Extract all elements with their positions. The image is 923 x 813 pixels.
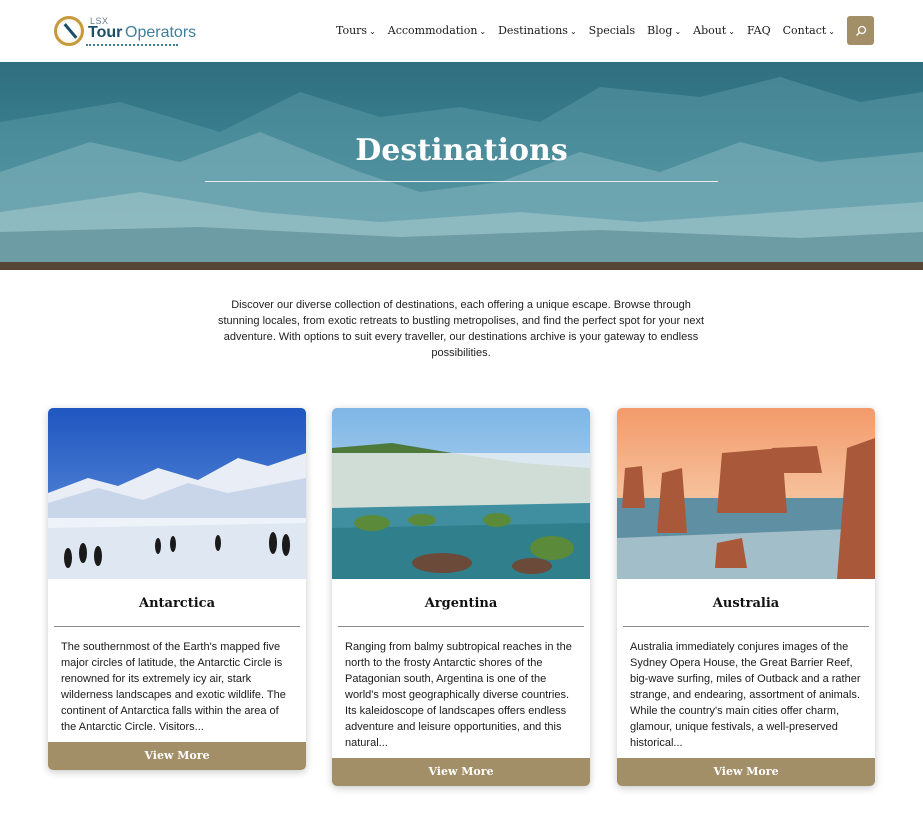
search-icon bbox=[855, 25, 866, 36]
nav-item-tours[interactable]: Tours ⌄ bbox=[336, 24, 376, 37]
destination-card-argentina: Argentina Ranging from balmy subtropical… bbox=[332, 408, 590, 786]
logo-dotted-line bbox=[86, 44, 178, 46]
view-more-button[interactable]: View More bbox=[332, 758, 590, 786]
card-image[interactable] bbox=[332, 408, 590, 579]
page-title: Destinations bbox=[355, 133, 568, 168]
nav-item-about[interactable]: About ⌄ bbox=[693, 24, 735, 37]
card-description: The southernmost of the Earth's mapped f… bbox=[61, 641, 286, 733]
site-logo[interactable]: LSX Tour Operators bbox=[48, 13, 196, 51]
nav-item-contact[interactable]: Contact ⌄ bbox=[783, 24, 835, 37]
card-title[interactable]: Argentina bbox=[332, 579, 590, 626]
nav-item-label: Blog bbox=[647, 24, 673, 37]
view-more-button[interactable]: View More bbox=[617, 758, 875, 786]
nav-item-destinations[interactable]: Destinations ⌄ bbox=[498, 24, 577, 37]
argentina-image bbox=[332, 408, 590, 579]
view-more-button[interactable]: View More bbox=[48, 742, 306, 770]
nav-item-label: Contact bbox=[782, 24, 827, 37]
chevron-down-icon: ⌄ bbox=[479, 27, 487, 36]
nav-item-label: Tours bbox=[335, 24, 368, 37]
nav-item-label: Specials bbox=[588, 24, 636, 37]
card-title[interactable]: Australia bbox=[617, 579, 875, 626]
australia-image bbox=[617, 408, 875, 579]
hero-divider-strip bbox=[0, 262, 923, 270]
nav-item-faq[interactable]: FAQ bbox=[747, 24, 771, 37]
destination-card-antarctica: Antarctica The southernmost of the Earth… bbox=[48, 408, 306, 770]
nav-item-label: Accommodation bbox=[387, 24, 478, 37]
compass-icon bbox=[54, 16, 84, 46]
card-title[interactable]: Antarctica bbox=[48, 579, 306, 626]
nav-item-accommodation[interactable]: Accommodation ⌄ bbox=[388, 24, 486, 37]
card-description: Australia immediately conjures images of… bbox=[630, 641, 861, 749]
chevron-down-icon: ⌄ bbox=[369, 27, 376, 36]
nav-item-label: Destinations bbox=[498, 24, 568, 37]
card-image[interactable] bbox=[48, 408, 306, 579]
card-image[interactable] bbox=[617, 408, 875, 579]
search-button[interactable] bbox=[847, 16, 874, 45]
card-description: Ranging from balmy subtropical reaches i… bbox=[345, 641, 572, 749]
chevron-down-icon: ⌄ bbox=[728, 27, 735, 36]
chevron-down-icon: ⌄ bbox=[674, 27, 682, 36]
logo-operators-text: Operators bbox=[125, 24, 197, 41]
chevron-down-icon: ⌄ bbox=[828, 27, 835, 36]
nav-item-specials[interactable]: Specials bbox=[589, 24, 636, 37]
nav-item-label: About bbox=[693, 24, 727, 37]
destination-card-australia: Australia Australia immediately conjures… bbox=[617, 408, 875, 786]
nav-item-blog[interactable]: Blog ⌄ bbox=[647, 24, 681, 37]
intro-text: Discover our diverse collection of desti… bbox=[217, 299, 705, 359]
nav-item-label: FAQ bbox=[746, 24, 771, 37]
chevron-down-icon: ⌄ bbox=[569, 27, 577, 36]
title-underline bbox=[205, 181, 718, 182]
logo-tour-text: Tour bbox=[88, 24, 123, 41]
main-nav: Tours ⌄ Accommodation ⌄ Destinations ⌄ S… bbox=[324, 24, 835, 37]
antarctica-image bbox=[48, 408, 306, 579]
site-header: LSX Tour Operators Tours ⌄ Accommodation… bbox=[0, 0, 923, 62]
